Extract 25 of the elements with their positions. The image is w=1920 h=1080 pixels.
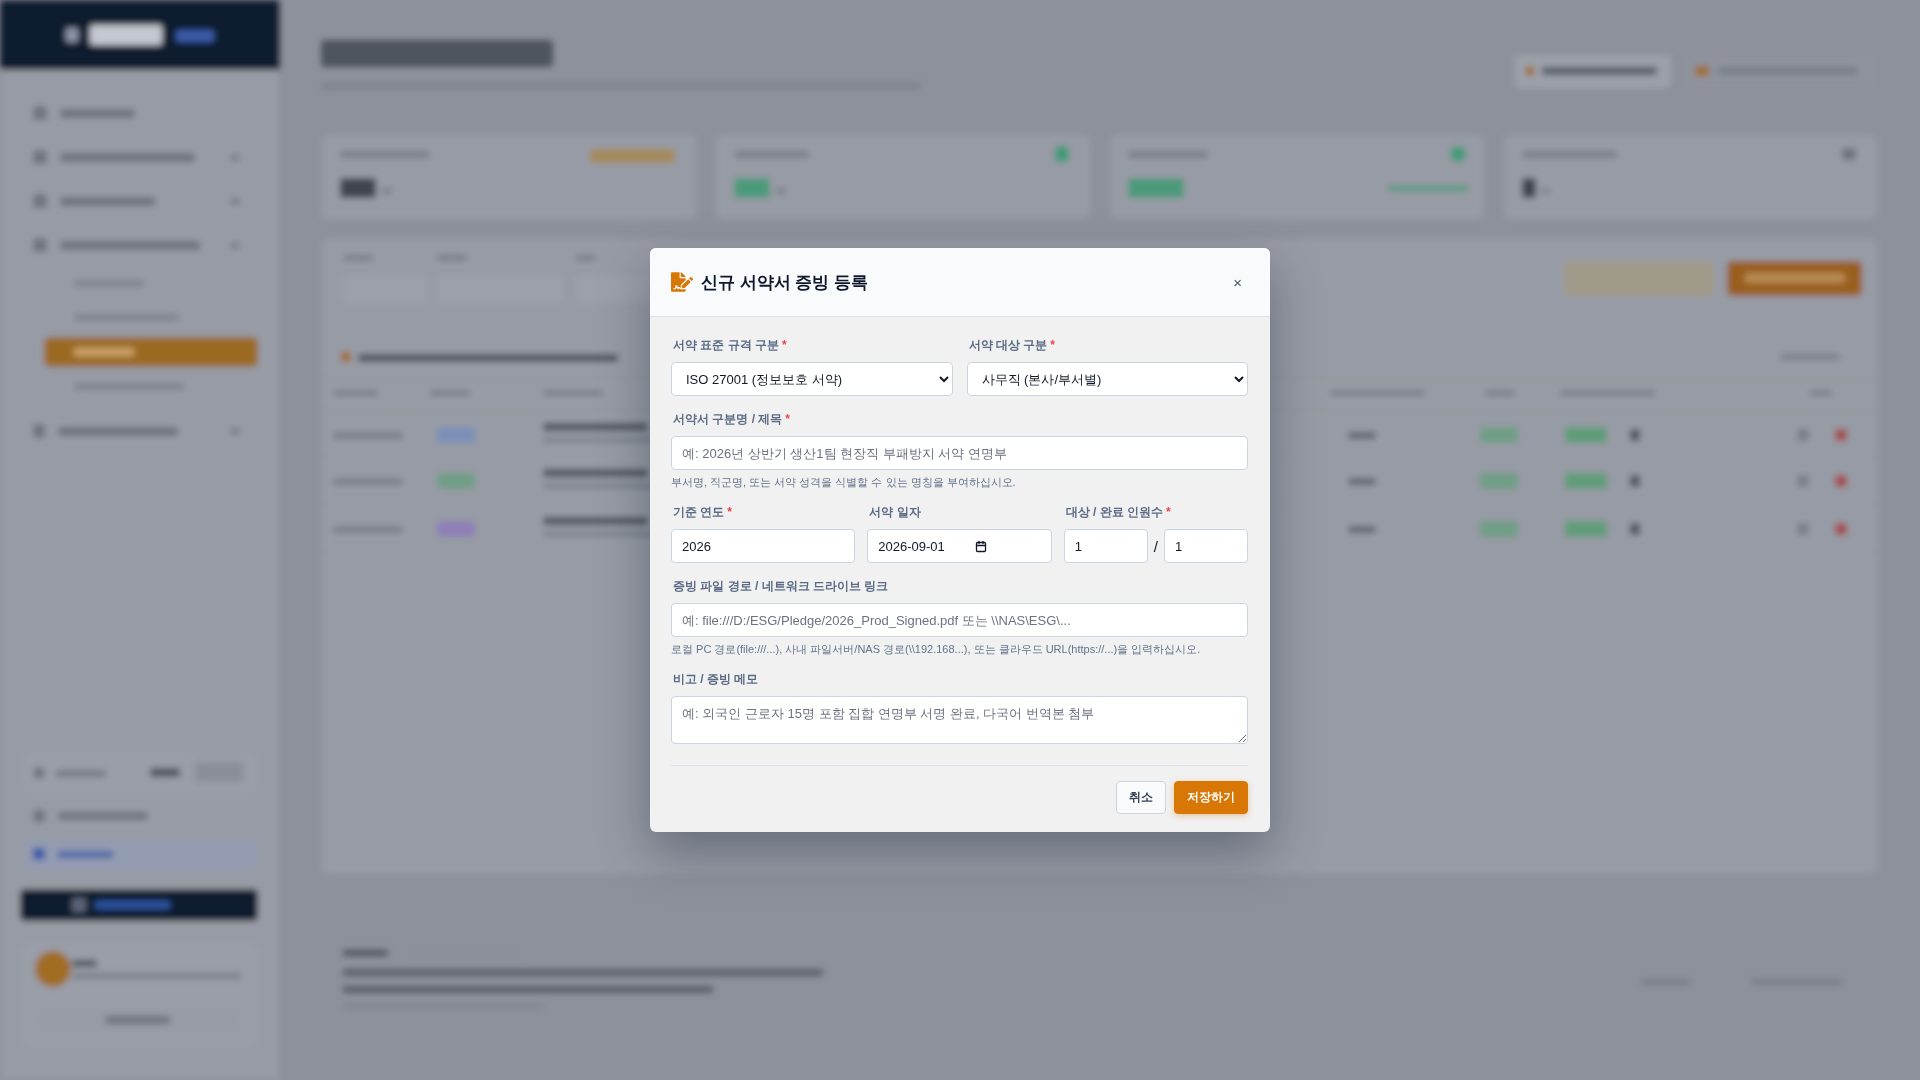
input-field[interactable]: 2026 (671, 529, 856, 563)
input-field[interactable]: 1 (1163, 529, 1248, 563)
field-label: 서약 표준 규격 구분 * (673, 337, 788, 353)
field-label: 서약 일자 (869, 504, 922, 520)
field-label: 대상 / 완료 인원수 * (1065, 504, 1172, 520)
select-field[interactable]: ISO 27001 (정보보호 서약) (671, 362, 953, 396)
field-label: 기준 연도 * (673, 504, 733, 520)
document-pen-icon (671, 272, 693, 292)
date-field[interactable]: 2026-09-01 (867, 529, 1052, 563)
field-hint: 부서명, 직군명, 또는 서약 성격을 식별할 수 있는 명칭을 부여하십시오. (671, 475, 1017, 489)
slash-separator: / (1153, 537, 1158, 555)
field-label: 증빙 파일 경로 / 네트워크 드라이브 링크 (673, 578, 890, 594)
input-field[interactable]: 예: file:///D:/ESG/Pledge/2026_Prod_Signed.pdf 또는 \\NAS\ESG\... (671, 603, 1248, 637)
calendar-icon[interactable] (975, 540, 988, 553)
field-label: 서약서 구분명 / 제목 * (673, 411, 791, 427)
field-hint: 로컬 PC 경로(file:///...), 사내 파일서버/NAS 경로(\\192.168...), 또는 클라우드 URL(https://...)을 입력하십시오. (671, 642, 1202, 656)
field-label: 비고 / 증빙 메모 (673, 671, 760, 687)
close-button[interactable]: × (1229, 272, 1246, 292)
select-field[interactable]: 사무직 (본사/부서별) (966, 362, 1248, 396)
dialog-title: 신규 서약서 증빙 등록 (701, 271, 869, 294)
field-label: 서약 대상 구분 * (968, 337, 1056, 353)
input-field[interactable]: 1 (1063, 529, 1148, 563)
input-field[interactable]: 예: 2026년 상반기 생산1팀 현장직 부패방지 서약 연명부 (671, 436, 1248, 470)
cancel-button[interactable]: 취소 (1116, 781, 1166, 814)
textarea-field[interactable]: 예: 외국인 근로자 15명 포함 집합 연명부 서명 완료, 다국어 번역본 첨부 (671, 696, 1248, 744)
